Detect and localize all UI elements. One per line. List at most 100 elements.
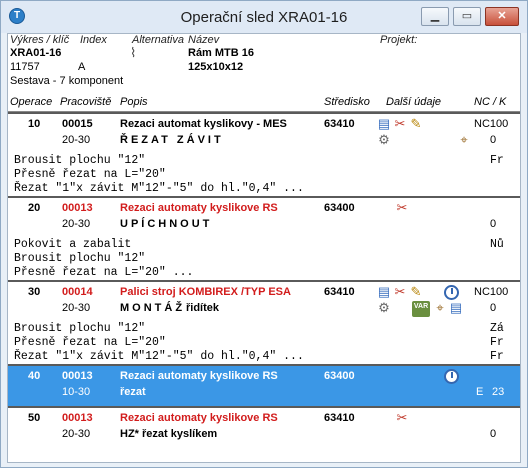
- op-spaced-desc: UPÍCHNOUT: [120, 218, 213, 230]
- op-workplace: 00013: [62, 202, 93, 214]
- operation-band: 40 00013 Rezaci automaty kyslikove RS 63…: [8, 366, 520, 406]
- op-number: 50: [28, 412, 41, 424]
- op-desc: Palici stroj KOMBIREX /TYP ESA: [120, 286, 291, 298]
- op-extra-desc: řezat: [120, 386, 146, 398]
- note-right: Fr: [490, 350, 504, 363]
- note-line: Přesně řezat na L="20" ...: [14, 266, 194, 279]
- note-line: Brousit plochu "12": [14, 154, 146, 167]
- op-extra-desc: HZ* řezat kyslíkem: [120, 428, 218, 440]
- op-right-value: 0: [490, 302, 497, 314]
- op-range: 20-30: [62, 134, 91, 146]
- vykres-value: XRA01-16: [10, 47, 62, 59]
- op-workplace: 00015: [62, 118, 93, 130]
- op-range: 20-30: [62, 302, 91, 314]
- operation-band: 10 00015 Rezaci automat kyslikovy - MES …: [8, 114, 520, 154]
- sestava-info: Sestava - 7 komponent: [10, 75, 124, 87]
- gear-icon[interactable]: ⚙: [376, 300, 392, 316]
- op-number: 40: [28, 370, 41, 382]
- index-value: A: [78, 61, 86, 73]
- op-workplace: 00013: [62, 412, 93, 424]
- note-line: Brousit plochu "12": [14, 252, 146, 265]
- op-workplace: 00013: [62, 370, 93, 382]
- nazev-line1: Rám MTB 16: [188, 47, 255, 59]
- op-range: 20-30: [62, 428, 91, 440]
- col-dalsi-udaje: Další údaje: [386, 96, 442, 108]
- col-operace: Operace: [10, 96, 53, 108]
- op-spaced-desc: ŘEZAT ZÁVIT: [120, 134, 224, 146]
- col-pracoviste: Pracoviště: [60, 96, 112, 108]
- document-icon[interactable]: ▤: [376, 116, 392, 132]
- tools-icon[interactable]: ✂: [394, 200, 410, 216]
- operation-row[interactable]: 30 00014 Palici stroj KOMBIREX /TYP ESA …: [8, 280, 520, 364]
- op-center: 63410: [324, 286, 355, 298]
- op-range: 20-30: [62, 218, 91, 230]
- column-header: Operace Pracoviště Popis Středisko Další…: [8, 94, 520, 112]
- window-border-right: [521, 33, 527, 463]
- op-desc: Rezaci automaty kyslikove RS: [120, 412, 278, 424]
- note-line: Přesně řezat na L="20": [14, 336, 166, 349]
- label-projekt: Projekt:: [380, 34, 418, 46]
- label-vykres: Výkres / klíč: [10, 34, 70, 46]
- col-popis: Popis: [120, 96, 148, 108]
- paperclip-icon[interactable]: ⌇: [130, 45, 136, 61]
- op-right-value: 0: [490, 428, 497, 440]
- clock-icon[interactable]: [444, 369, 459, 384]
- op-desc: Rezaci automat kyslikovy - MES: [120, 118, 287, 130]
- op-desc: Rezaci automaty kyslikove RS: [120, 370, 278, 382]
- nazev-line2: 125x10x12: [188, 61, 244, 73]
- operation-band: 30 00014 Palici stroj KOMBIREX /TYP ESA …: [8, 282, 520, 322]
- tools-icon[interactable]: ✂: [392, 116, 408, 132]
- col-stredisko: Středisko: [324, 96, 370, 108]
- operation-row-selected[interactable]: 40 00013 Rezaci automaty kyslikove RS 63…: [8, 364, 520, 406]
- document-icon[interactable]: ▤: [376, 284, 392, 300]
- var-icon[interactable]: VAR: [412, 301, 430, 317]
- op-right-value: 0: [490, 134, 497, 146]
- gear-icon[interactable]: ⚙: [376, 132, 392, 148]
- operation-row[interactable]: 50 00013 Rezaci automaty kyslikove RS 63…: [8, 406, 520, 462]
- op-right-value-2: 23: [492, 386, 505, 398]
- note-line: Brousit plochu "12": [14, 322, 146, 335]
- label-index: Index: [80, 34, 107, 46]
- title-bar[interactable]: T Operační sled XRA01-16 ▁ ▭ ✕: [1, 1, 527, 33]
- note-right: Zá: [490, 322, 504, 335]
- note-right: Fr: [490, 336, 504, 349]
- op-extra-desc: řidítek: [186, 302, 220, 314]
- op-nc: NC100: [474, 286, 509, 298]
- op-number: 30: [28, 286, 41, 298]
- tools-icon[interactable]: ✂: [394, 410, 410, 426]
- note-line: Řezat "1"x závit M"12"-"5" do hl."0,4" .…: [14, 182, 304, 195]
- op-nc: NC100: [474, 118, 509, 130]
- label-nazev: Název: [188, 34, 220, 46]
- operation-band: 50 00013 Rezaci automaty kyslikove RS 63…: [8, 408, 520, 448]
- document-icon[interactable]: ▤: [448, 300, 464, 316]
- op-desc: Rezaci automaty kyslikove RS: [120, 202, 278, 214]
- op-number: 10: [28, 118, 41, 130]
- note-right: Fr: [490, 154, 504, 167]
- operations-panel: Výkres / klíč Index Alternativa Název Pr…: [7, 33, 521, 463]
- pen-icon[interactable]: ✎: [408, 116, 424, 132]
- label-alternativa: Alternativa: [132, 34, 184, 46]
- op-center: 63400: [324, 202, 355, 214]
- operation-row[interactable]: 10 00015 Rezaci automat kyslikovy - MES …: [8, 112, 520, 196]
- operation-row[interactable]: 20 00013 Rezaci automaty kyslikove RS 63…: [8, 196, 520, 280]
- code-value: 11757: [10, 61, 40, 73]
- close-button[interactable]: ✕: [485, 7, 519, 26]
- op-center: 63410: [324, 412, 355, 424]
- note-right: Nů: [490, 238, 504, 251]
- stamp-icon[interactable]: ⌖: [432, 300, 448, 316]
- stamp-icon[interactable]: ⌖: [456, 132, 472, 148]
- tools-icon[interactable]: ✂: [392, 284, 408, 300]
- clock-icon[interactable]: [444, 285, 459, 300]
- minimize-button[interactable]: ▁: [421, 7, 449, 26]
- pen-icon[interactable]: ✎: [408, 284, 424, 300]
- note-line: Pokovit a zabalit: [14, 238, 132, 251]
- maximize-button[interactable]: ▭: [453, 7, 481, 26]
- note-line: Přesně řezat na L="20": [14, 168, 166, 181]
- main-window: T Operační sled XRA01-16 ▁ ▭ ✕ Výkres / …: [0, 0, 528, 468]
- op-range: 10-30: [62, 386, 91, 398]
- operation-band: 20 00013 Rezaci automaty kyslikove RS 63…: [8, 198, 520, 238]
- op-right-value: E: [476, 386, 484, 398]
- note-line: Řezat "1"x závit M"12"-"5" do hl."0,4" .…: [14, 350, 304, 363]
- op-workplace: 00014: [62, 286, 93, 298]
- op-center: 63410: [324, 118, 355, 130]
